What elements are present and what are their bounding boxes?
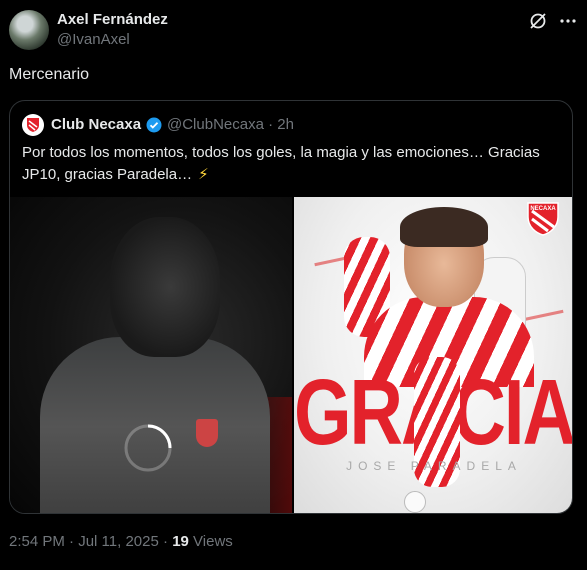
quote-avatar[interactable] [22,114,44,136]
more-icon[interactable] [558,11,578,31]
club-crest-logo: NECAXA [527,202,559,236]
author-handle[interactable]: @IvanAxel [57,31,130,48]
quote-handle[interactable]: @ClubNecaxa [167,116,264,133]
necaxa-crest-icon [27,118,39,132]
meta-separator: · [268,116,274,133]
video-player[interactable] [10,197,292,513]
quote-author-name[interactable]: Club Necaxa [51,116,141,133]
post-date[interactable]: Jul 11, 2025 [78,533,159,550]
grok-icon[interactable] [528,11,548,31]
views-count: 19 [172,533,189,550]
loading-spinner-icon [124,424,172,472]
post-time[interactable]: 2:54 PM [9,533,65,550]
player-main-hair [400,207,488,247]
quoted-post[interactable]: Club Necaxa @ClubNecaxa · 2h Por todos l… [9,100,573,514]
quote-meta: @ClubNecaxa · 2h [167,116,294,133]
lightning-emoji: ⚡ [198,166,209,183]
author-avatar[interactable] [9,10,49,50]
post-text: Mercenario [9,66,90,83]
gracias-image[interactable]: GRACIAS JOSE PARADELA NECAXA [294,197,572,513]
post-timestamp[interactable]: 2:54 PM · Jul 11, 2025 · 19 Views [9,533,233,550]
soccer-ball [404,491,426,513]
video-figure-head [110,217,220,357]
player-name: JOSE PARADELA [346,459,522,473]
svg-text:NECAXA: NECAXA [530,206,556,212]
quote-text: Por todos los momentos, todos los goles,… [22,142,562,186]
quote-age[interactable]: 2h [277,116,294,133]
quote-text-body: Por todos los momentos, todos los goles,… [22,144,540,183]
meta-dot: · [163,533,169,550]
verified-badge-icon [146,117,162,133]
meta-dot: · [69,533,75,550]
video-crest [196,419,218,447]
views-label: Views [193,533,233,550]
author-name[interactable]: Axel Fernández [57,11,168,28]
